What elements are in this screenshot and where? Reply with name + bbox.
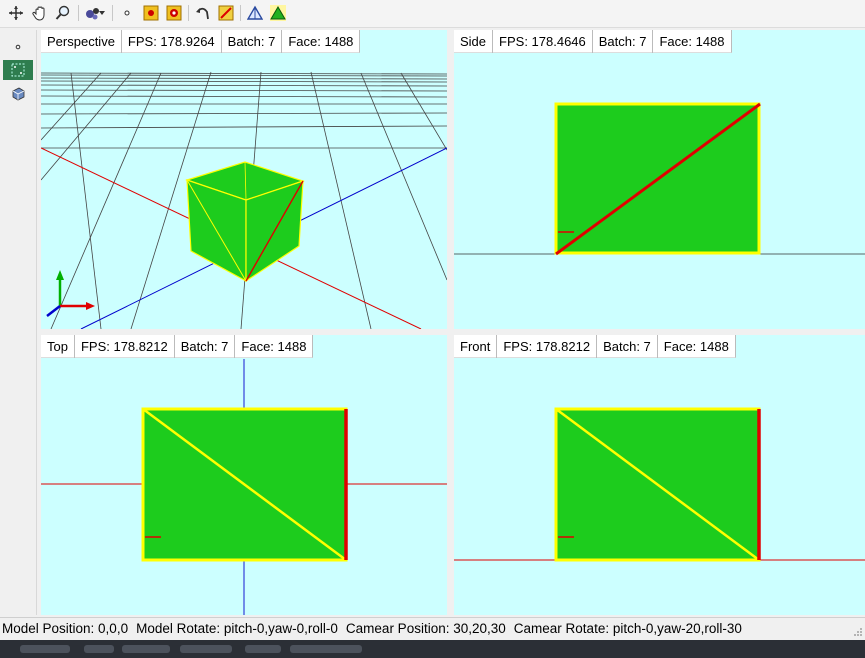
face-icon[interactable]: [164, 3, 184, 23]
camera-position: Camear Position: 30,20,30: [345, 621, 506, 636]
viewport-front[interactable]: Front FPS: 178.8212 Batch: 7 Face: 1488: [454, 335, 865, 615]
batch-readout: Batch: 7: [222, 30, 283, 53]
triangle-outline-icon[interactable]: [245, 3, 265, 23]
top-scene: [41, 359, 447, 615]
viewport-name: Side: [454, 30, 494, 53]
fps-readout: FPS: 178.9264: [122, 30, 222, 53]
grid-select-icon[interactable]: [3, 60, 33, 80]
viewport-splitter-vertical[interactable]: [447, 30, 454, 615]
camera-rotate: Camear Rotate: pitch-0,yaw-20,roll-30: [513, 621, 742, 636]
viewport-top[interactable]: Top FPS: 178.8212 Batch: 7 Face: 1488: [41, 335, 447, 615]
viewport-header: Perspective FPS: 178.9264 Batch: 7 Face:…: [41, 30, 361, 53]
fps-readout: FPS: 178.4646: [493, 30, 593, 53]
viewport-splitter-horizontal[interactable]: [37, 329, 865, 335]
viewport-header: Side FPS: 178.4646 Batch: 7 Face: 1488: [454, 30, 732, 53]
triangle-fill-icon[interactable]: [268, 3, 288, 23]
model-rotate: Model Rotate: pitch-0,yaw-0,roll-0: [136, 621, 338, 636]
viewport-perspective[interactable]: Perspective FPS: 178.9264 Batch: 7 Face:…: [41, 30, 447, 329]
face-readout: Face: 1488: [663, 338, 729, 354]
move-icon[interactable]: [6, 3, 26, 23]
resize-grip-icon[interactable]: [853, 627, 863, 637]
viewport-header: Front FPS: 178.8212 Batch: 7 Face: 1488: [454, 335, 736, 358]
rotate-icon[interactable]: [193, 3, 213, 23]
front-scene: [454, 407, 865, 562]
hand-pan-icon[interactable]: [30, 3, 50, 23]
viewport-name: Top: [41, 335, 75, 358]
viewport-header: Top FPS: 178.8212 Batch: 7 Face: 1488: [41, 335, 314, 358]
viewport-side[interactable]: Side FPS: 178.4646 Batch: 7 Face: 1488: [454, 30, 865, 329]
fps-readout: FPS: 178.8212: [75, 335, 175, 358]
batch-readout: Batch: 7: [175, 335, 236, 358]
object-icon[interactable]: [3, 84, 33, 104]
app-window: Perspective FPS: 178.9264 Batch: 7 Face:…: [0, 0, 865, 658]
face-readout: Face: 1488: [659, 33, 725, 49]
point-icon[interactable]: [117, 3, 137, 23]
face-readout: Face: 1488: [241, 338, 307, 354]
batch-readout: Batch: 7: [597, 335, 658, 358]
zoom-icon[interactable]: [53, 3, 73, 23]
point-mode-icon[interactable]: [3, 36, 33, 56]
viewport-name: Front: [454, 335, 498, 358]
toolbar: [0, 0, 865, 28]
viewport-name: Perspective: [41, 30, 122, 53]
batch-readout: Batch: 7: [593, 30, 654, 53]
side-scene: [454, 102, 865, 256]
vertex-icon[interactable]: [141, 3, 161, 23]
model-position: Model Position: 0,0,0: [2, 621, 129, 636]
chevron-down-icon[interactable]: [97, 3, 107, 23]
edge-icon[interactable]: [216, 3, 236, 23]
face-readout: Face: 1488: [288, 33, 354, 49]
perspective-scene: [41, 71, 447, 329]
fps-readout: FPS: 178.8212: [497, 335, 598, 358]
taskbar: [0, 640, 865, 658]
status-bar: Model Position: 0,0,0 Model Rotate: pitc…: [0, 617, 865, 639]
side-tool-strip: [0, 30, 37, 615]
